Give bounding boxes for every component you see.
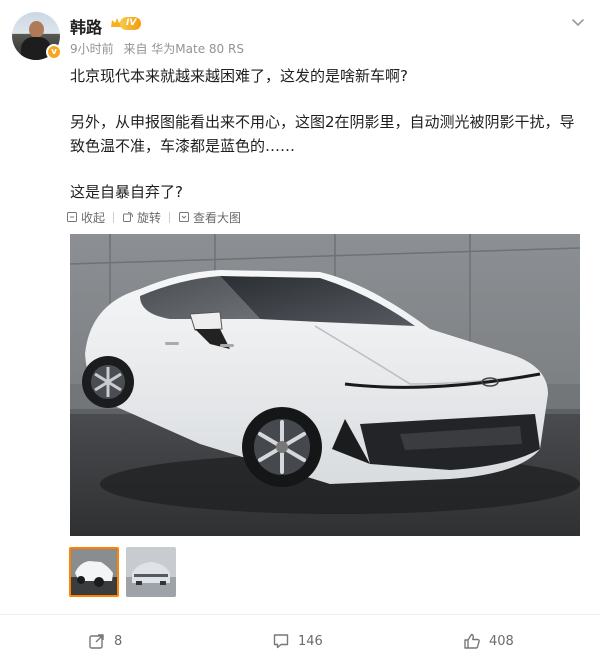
thumbnail-2[interactable] (126, 547, 176, 597)
level-badge: IV (120, 17, 142, 30)
collapse-icon (67, 212, 77, 222)
repost-button[interactable]: 8 (88, 630, 122, 652)
view-large-icon (179, 212, 190, 222)
like-button[interactable]: 408 (463, 630, 514, 652)
thumbs-up-icon (464, 633, 480, 649)
image-toolbar: 收起 旋转 查看大图 (66, 206, 255, 228)
paragraph: 这是自暴自弃了? (70, 183, 183, 201)
main-car-image[interactable] (70, 234, 580, 536)
post-time[interactable]: 9小时前 (70, 42, 114, 56)
comment-button[interactable]: 146 (272, 630, 323, 652)
chevron-down-icon[interactable] (570, 14, 586, 30)
view-large-button[interactable]: 查看大图 (178, 209, 241, 226)
post-text: 北京现代本来就越来越困难了，这发的是啥新车啊? 另外，从申报图能看出来不用心，这… (70, 64, 584, 204)
comment-icon (273, 634, 289, 649)
divider (0, 614, 600, 615)
rotate-icon (123, 211, 134, 222)
paragraph: 北京现代本来就越来越困难了，这发的是啥新车啊? (70, 67, 408, 85)
collapse-button[interactable]: 收起 (66, 209, 105, 226)
author-name[interactable]: 韩路 (70, 14, 102, 38)
verified-badge: v (46, 44, 62, 60)
post-meta: 9小时前 来自 华为Mate 80 RS (70, 40, 250, 57)
repost-icon (89, 634, 104, 649)
thumbnail-1[interactable] (69, 547, 119, 597)
car-photo (70, 234, 580, 536)
post-source: 来自 华为Mate 80 RS (123, 42, 244, 56)
bluish-car-rear-photo-icon (126, 547, 176, 597)
weibo-post: v 韩路 IV 9小时前 来自 华为Mate 80 RS 北京现代本来就越来越困… (0, 0, 600, 664)
white-car-front-photo-icon (71, 549, 117, 595)
paragraph: 另外，从申报图能看出来不用心，这图2在阴影里，自动测光被阴影干扰，导致色温不准，… (70, 113, 575, 155)
rotate-button[interactable]: 旋转 (122, 209, 161, 226)
